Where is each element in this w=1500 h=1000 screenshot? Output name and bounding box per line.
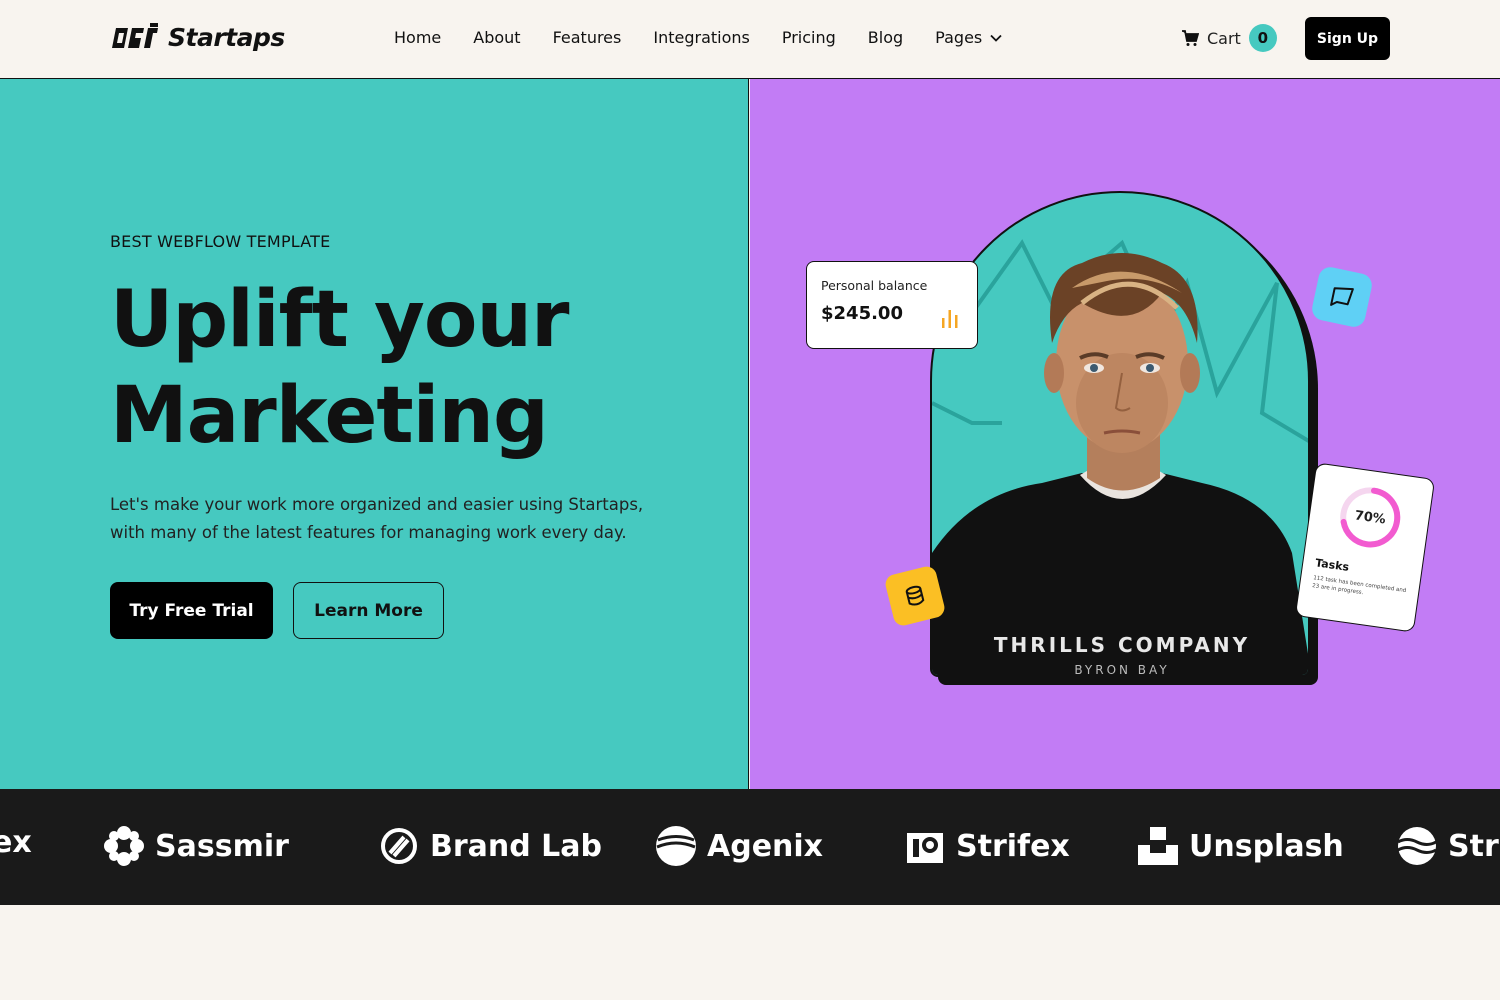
brand-logo: Strifex bbox=[904, 825, 1070, 867]
learn-more-button[interactable]: Learn More bbox=[293, 582, 444, 639]
bar-chart-icon bbox=[942, 310, 958, 328]
brand-name: ex bbox=[0, 825, 32, 860]
shirt-print-text: THRILLS COMPANY bbox=[993, 633, 1251, 657]
cart-button[interactable]: Cart 0 bbox=[1181, 24, 1277, 52]
cart-count-badge: 0 bbox=[1248, 24, 1277, 52]
cart-icon bbox=[1182, 30, 1199, 46]
nav-pages-dropdown[interactable]: Pages bbox=[935, 28, 1002, 47]
shirt-print-subtext: BYRON BAY bbox=[1074, 663, 1170, 677]
brand-logo: Agenix bbox=[655, 825, 823, 867]
main-menu: Home About Features Integrations Pricing… bbox=[394, 28, 1002, 47]
hero-headline: Uplift your Marketing bbox=[110, 272, 710, 464]
brand-logo: Stri bbox=[1396, 825, 1500, 867]
tasks-title: Tasks bbox=[1314, 556, 1350, 574]
nav-blog[interactable]: Blog bbox=[868, 28, 903, 47]
chat-icon bbox=[1330, 287, 1354, 306]
brand-logo: Brand Lab bbox=[378, 825, 602, 867]
nav-integrations[interactable]: Integrations bbox=[653, 28, 750, 47]
try-free-trial-button[interactable]: Try Free Trial bbox=[110, 582, 273, 639]
brand-name: Unsplash bbox=[1189, 828, 1344, 864]
hero-description: Let's make your work more organized and … bbox=[110, 495, 644, 542]
strifex-icon bbox=[907, 833, 943, 863]
chevron-down-icon bbox=[990, 34, 1002, 42]
hero-headline-line1: Uplift your bbox=[110, 275, 569, 365]
brand-logo: ex bbox=[0, 825, 32, 860]
person-photo bbox=[932, 253, 1308, 675]
brand-name: Sassmir bbox=[155, 828, 289, 864]
tasks-percent: 70% bbox=[1353, 507, 1387, 528]
brand-logo: Sassmir bbox=[103, 825, 289, 867]
nav-features[interactable]: Features bbox=[553, 28, 622, 47]
brand-name: Brand Lab bbox=[430, 828, 603, 864]
nav-pages-label: Pages bbox=[935, 28, 983, 47]
brand-logo-strip: ex Sassmir Brand Lab Agenix Strifex Unsp… bbox=[0, 789, 1500, 905]
logo-text: Startaps bbox=[168, 22, 285, 52]
top-navbar: Startaps Home About Features Integration… bbox=[0, 0, 1500, 79]
brand-name: Strifex bbox=[956, 828, 1070, 864]
next-section bbox=[0, 905, 1500, 1000]
message-badge bbox=[1309, 264, 1375, 330]
unsplash-icon bbox=[1138, 827, 1178, 865]
brandlab-icon bbox=[381, 828, 417, 864]
tasks-progress-card: 70% Tasks 112 task has been completed an… bbox=[1294, 462, 1436, 633]
brand-name: Agenix bbox=[707, 828, 824, 864]
nav-about[interactable]: About bbox=[473, 28, 520, 47]
waves-icon bbox=[1397, 827, 1437, 865]
sign-up-button[interactable]: Sign Up bbox=[1305, 17, 1390, 60]
sassmir-icon bbox=[104, 826, 144, 866]
agenix-icon bbox=[656, 826, 696, 866]
personal-balance-card: Personal balance $245.00 bbox=[806, 261, 978, 349]
nav-pricing[interactable]: Pricing bbox=[782, 28, 836, 47]
logo-mark-icon bbox=[112, 23, 158, 48]
nav-home[interactable]: Home bbox=[394, 28, 441, 47]
tasks-description: 112 task has been completed and 23 are i… bbox=[1311, 575, 1407, 597]
hero-image-frame: THRILLS COMPANY BYRON BAY bbox=[930, 191, 1310, 677]
logo[interactable]: Startaps bbox=[110, 22, 285, 52]
cart-label: Cart bbox=[1207, 28, 1241, 48]
balance-label: Personal balance bbox=[821, 278, 928, 293]
brand-logo: Unsplash bbox=[1137, 825, 1344, 867]
database-icon bbox=[905, 585, 925, 606]
hero-eyebrow: BEST WEBFLOW TEMPLATE bbox=[110, 232, 331, 251]
brand-name: Stri bbox=[1448, 828, 1500, 864]
hero-headline-line2: Marketing bbox=[110, 371, 549, 461]
